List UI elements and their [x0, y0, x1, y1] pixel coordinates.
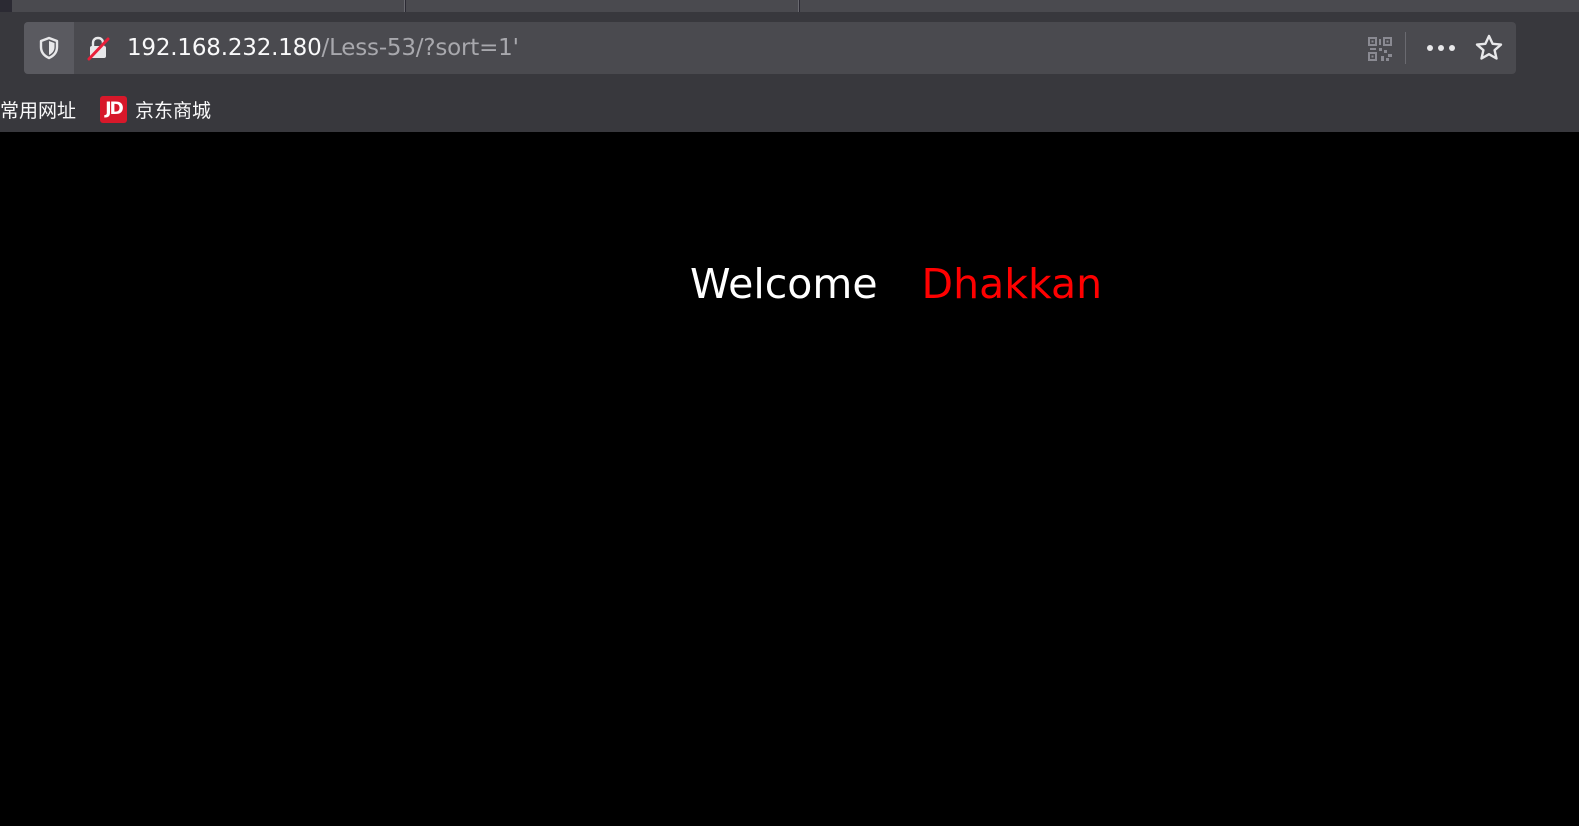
- more-icon[interactable]: [1424, 34, 1458, 62]
- jd-logo-icon: JD: [100, 95, 127, 123]
- url-text[interactable]: 192.168.232.180/Less-53/?sort=1': [127, 35, 519, 61]
- welcome-message: Welcome Dhakkan: [690, 256, 1102, 312]
- address-bar[interactable]: 192.168.232.180/Less-53/?sort=1': [24, 22, 1516, 74]
- bookmark-label: 常用网址: [0, 99, 77, 122]
- bookmark-label: 京东商城: [135, 99, 212, 122]
- browser-tab[interactable]: [800, 0, 1579, 12]
- bookmark-jd[interactable]: JD 京东商城: [100, 95, 212, 123]
- shield-icon[interactable]: [24, 22, 74, 74]
- greeting-text: Welcome: [690, 260, 878, 308]
- insecure-lock-icon[interactable]: [84, 34, 112, 62]
- url-path: /Less-53/?sort=1': [321, 35, 519, 61]
- qr-code-icon[interactable]: [1367, 36, 1393, 62]
- username-text: Dhakkan: [921, 260, 1103, 308]
- browser-tab[interactable]: [406, 0, 799, 12]
- url-host: 192.168.232.180: [127, 35, 322, 61]
- browser-tab[interactable]: [12, 0, 405, 12]
- bookmarks-toolbar: 常用网址 JD 京东商城: [0, 90, 1579, 128]
- page-content: Welcome Dhakkan: [0, 132, 1579, 826]
- browser-toolbar: 192.168.232.180/Less-53/?sort=1' 常用网址 JD…: [0, 0, 1579, 132]
- tab-strip: [0, 0, 1579, 12]
- star-icon[interactable]: [1474, 33, 1504, 63]
- bookmark-common-sites[interactable]: 常用网址: [0, 96, 76, 122]
- urlbar-divider: [1405, 32, 1406, 64]
